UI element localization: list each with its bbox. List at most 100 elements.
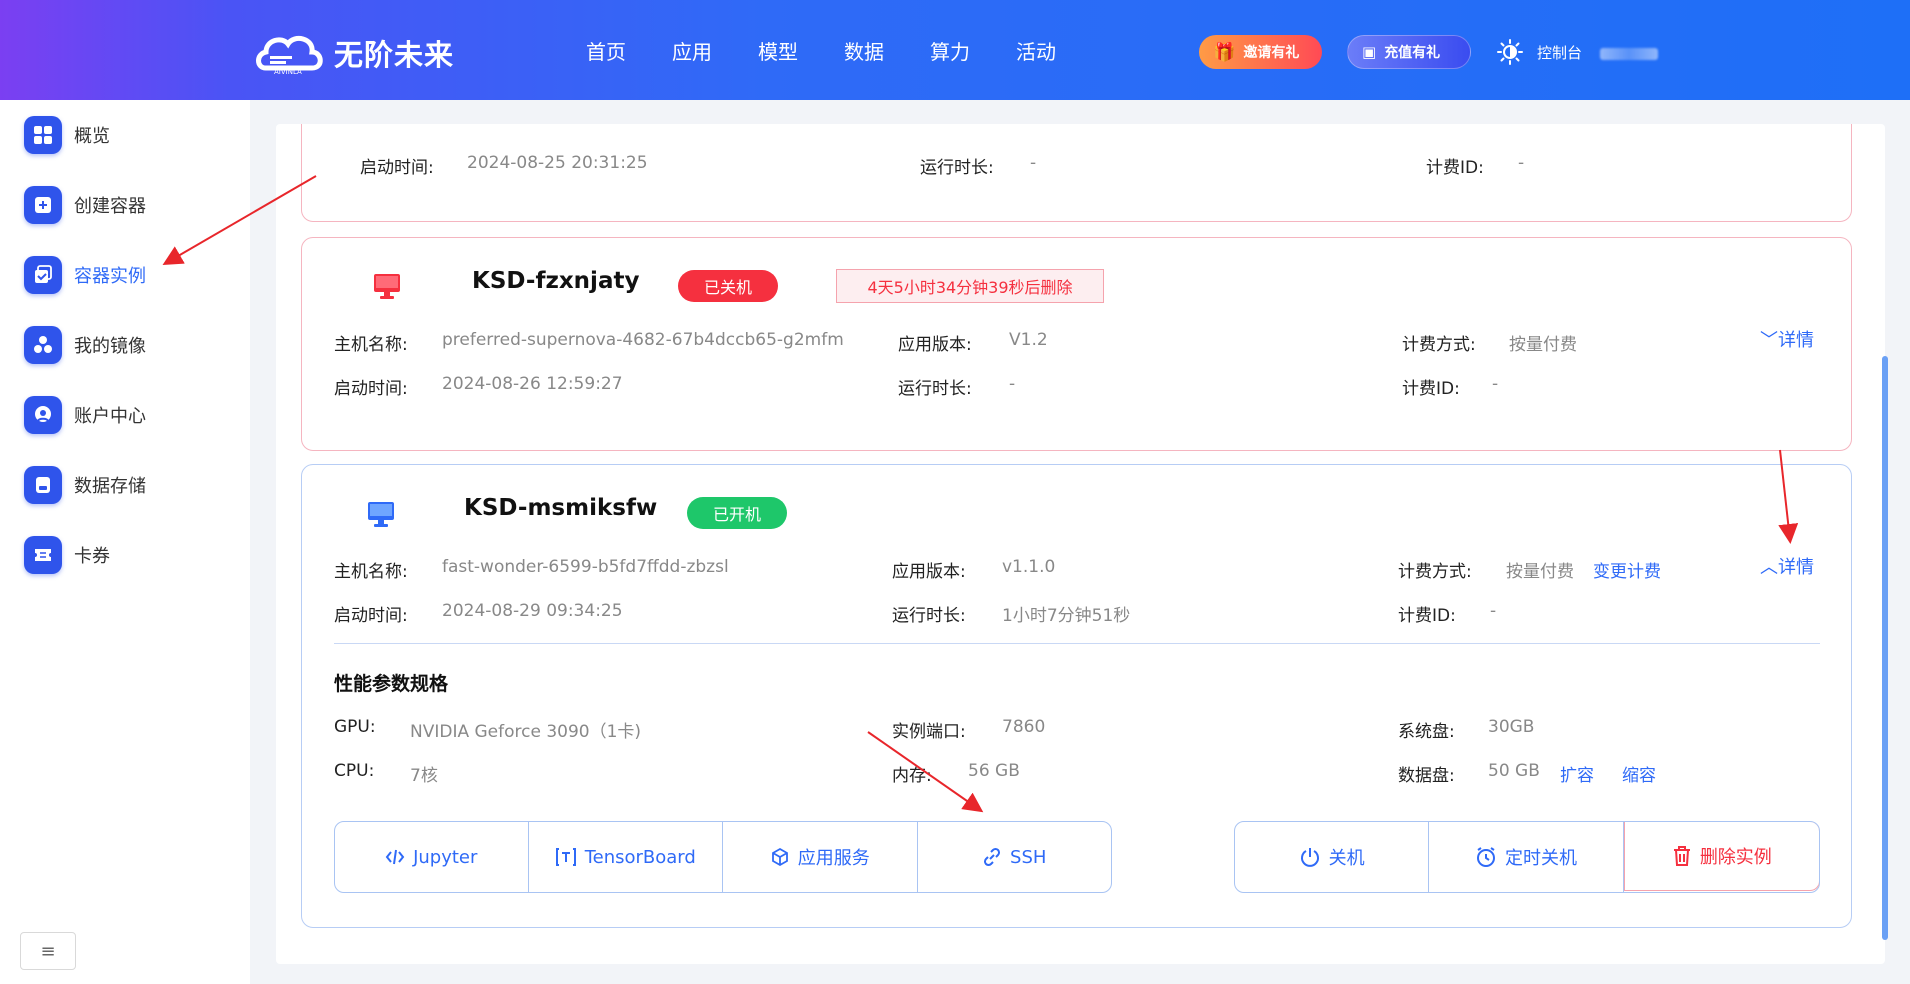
expand-disk-link[interactable]: 扩容 [1560,761,1594,786]
start-time-value: 2024-08-26 12:59:27 [442,374,623,394]
nav-apps[interactable]: 应用 [672,36,712,65]
plus-icon [24,186,62,224]
system-disk-label: 系统盘: [1398,722,1455,742]
cube-icon [771,847,788,867]
gift-icon: 🎁 [1213,41,1236,63]
billing-id-value: - [1518,153,1525,173]
sidebar-item-label: 容器实例 [74,266,146,287]
jupyter-button[interactable]: Jupyter [335,822,529,892]
nav-models[interactable]: 模型 [758,36,798,65]
sidebar: 概览 创建容器 容器实例 我的镜像 账户中心 数据存储 卡券 ≡ [0,100,250,984]
tensorboard-button[interactable]: TensorBoard [529,822,723,892]
coin-icon: ▣ [1362,43,1377,61]
nav-data[interactable]: 数据 [844,36,884,65]
tensorboard-label: TensorBoard [584,846,696,868]
cpu-value: 7核 [410,766,438,786]
sidebar-item-coupons[interactable]: 卡券 [24,535,110,575]
hostname-label: 主机名称: [334,335,408,355]
recharge-button[interactable]: ▣ 充值有礼 [1347,35,1471,69]
sidebar-item-label: 卡券 [74,546,110,567]
scrollbar-track[interactable] [1885,100,1910,984]
memory-value: 56 GB [968,761,1020,781]
sidebar-item-label: 我的镜像 [74,336,146,357]
link-icon [984,847,1001,867]
shrink-disk-link[interactable]: 缩容 [1622,761,1656,786]
app-version-label: 应用版本: [898,335,972,355]
coupon-icon [24,536,62,574]
action-button-group: 关机 定时关机 删除实例 [1234,821,1820,893]
sidebar-item-account[interactable]: 账户中心 [24,395,146,435]
shutdown-button[interactable]: 关机 [1235,822,1430,892]
nav-compute[interactable]: 算力 [930,36,970,65]
power-icon [1300,848,1319,867]
runtime-value: - [1009,374,1016,394]
memory-label: 内存: [892,766,932,786]
app-version-value: v1.1.0 [1002,557,1056,577]
start-time-value: 2024-08-25 20:31:25 [467,153,648,173]
delete-countdown-notice: 4天5小时34分钟39秒后删除 [836,269,1104,303]
sidebar-item-container-instances[interactable]: 容器实例 [24,255,146,295]
nav-home[interactable]: 首页 [586,36,626,65]
port-label: 实例端口: [892,722,966,742]
invite-button[interactable]: 🎁 邀请有礼 [1199,35,1322,69]
logo[interactable]: AIVINLA 无阶未来 [254,28,454,78]
sidebar-item-label: 创建容器 [74,196,146,217]
hostname-value: fast-wonder-6599-b5fd7ffdd-zbzsl [442,557,729,577]
grid-icon [24,116,62,154]
gpu-label: GPU: [334,717,376,737]
app-version-value: V1.2 [1009,330,1048,350]
billing-id-label: 计费ID: [1398,606,1456,626]
sidebar-item-create-container[interactable]: 创建容器 [24,185,146,225]
sidebar-item-my-images[interactable]: 我的镜像 [24,325,146,365]
sidebar-item-label: 概览 [74,126,110,147]
runtime-value: - [1030,153,1037,173]
status-badge: 已关机 [678,270,778,302]
detail-label: 详情 [1778,330,1814,351]
start-time-value: 2024-08-29 09:34:25 [442,601,623,621]
app-service-label: 应用服务 [797,848,870,869]
system-disk-value: 30GB [1488,717,1535,737]
sidebar-item-data-storage[interactable]: 数据存储 [24,465,146,505]
delete-instance-button[interactable]: 删除实例 [1623,822,1819,891]
instance-name: KSD-fzxnjaty [472,268,640,294]
hostname-value: preferred-supernova-4682-67b4dccb65-g2mf… [442,330,844,350]
logo-subtext: AIVINLA [274,68,302,76]
spec-section-title: 性能参数规格 [334,673,449,695]
change-billing-link[interactable]: 变更计费 [1593,557,1661,582]
billing-id-value: - [1492,374,1499,394]
scrollbar-thumb[interactable] [1882,356,1888,940]
tool-button-group: Jupyter TensorBoard 应用服务 SSH [334,821,1112,893]
billing-method-value: 按量付费 [1506,562,1574,582]
menu-icon: ≡ [40,940,56,962]
theme-toggle-icon[interactable] [1497,39,1523,65]
cpu-label: CPU: [334,761,375,781]
scheduled-shutdown-button[interactable]: 定时关机 [1429,822,1624,892]
app-service-button[interactable]: 应用服务 [723,822,918,892]
console-link[interactable]: 控制台 [1537,42,1582,63]
jupyter-label: Jupyter [413,846,478,868]
main-content: 启动时间: 2024-08-25 20:31:25 运行时长: - 计费ID: … [276,124,1885,964]
main-nav: 首页 应用 模型 数据 算力 活动 [560,0,1102,100]
container-icon [24,256,62,294]
instance-card-2: KSD-fzxnjaty 已关机 4天5小时34分钟39秒后删除 主机名称: p… [301,237,1852,451]
username-blurred[interactable] [1600,48,1658,60]
user-icon [24,396,62,434]
billing-method-value: 按量付费 [1509,335,1577,355]
hostname-label: 主机名称: [334,562,408,582]
monitor-on-icon [368,502,394,527]
instance-name: KSD-msmiksfw [464,495,658,521]
divider [334,643,1820,644]
start-time-label: 启动时间: [334,379,408,399]
runtime-label: 运行时长: [892,606,966,626]
nav-activity[interactable]: 活动 [1016,36,1056,65]
sidebar-item-label: 账户中心 [74,406,146,427]
port-value: 7860 [1002,717,1046,737]
ssh-button[interactable]: SSH [918,822,1112,892]
sidebar-collapse-button[interactable]: ≡ [20,932,76,970]
delete-instance-label: 删除实例 [1699,847,1772,868]
runtime-value: 1小时7分钟51秒 [1002,606,1131,626]
detail-toggle[interactable]: ﹀详情 [1760,326,1814,352]
detail-toggle[interactable]: ︿详情 [1760,553,1814,579]
sidebar-item-overview[interactable]: 概览 [24,115,110,155]
data-disk-label: 数据盘: [1398,766,1455,786]
